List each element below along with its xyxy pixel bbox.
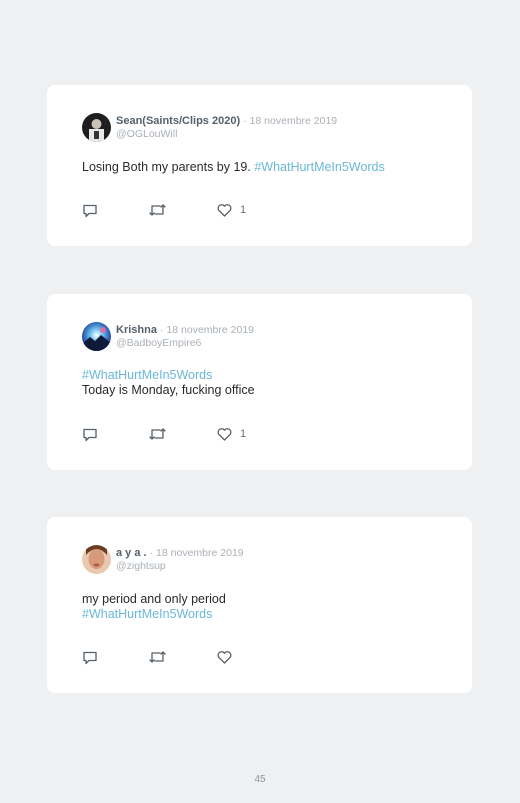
tweet-date: · 18 novembre 2019 bbox=[160, 324, 255, 336]
tweet-text-body: Today is Monday, fucking office bbox=[82, 383, 255, 397]
reply-icon bbox=[83, 204, 97, 217]
hashtag-link[interactable]: #WhatHurtMeIn5Words bbox=[254, 160, 384, 174]
retweet-button[interactable] bbox=[149, 649, 166, 665]
like-button[interactable]: 1 bbox=[217, 202, 246, 218]
tweet-text: Losing Both my parents by 19. #WhatHurtM… bbox=[82, 160, 385, 175]
like-button[interactable] bbox=[217, 649, 232, 665]
tweet-actions: 1 bbox=[82, 202, 282, 218]
tweet-card: Krishna · 18 novembre 2019 @BadboyEmpire… bbox=[47, 294, 472, 470]
heart-icon bbox=[217, 650, 232, 664]
like-count: 1 bbox=[240, 204, 247, 216]
tweet-text-body: my period and only period bbox=[82, 592, 226, 606]
user-handle[interactable]: @zightsup bbox=[116, 560, 166, 572]
user-handle[interactable]: @BadboyEmpire6 bbox=[116, 337, 201, 349]
hashtag-link[interactable]: #WhatHurtMeIn5Words bbox=[82, 607, 226, 622]
reply-button[interactable] bbox=[82, 649, 98, 665]
retweet-icon bbox=[149, 428, 166, 440]
page-number: 45 bbox=[254, 774, 266, 785]
tweet-card: Sean(Saints/Clips 2020) · 18 novembre 20… bbox=[47, 85, 472, 246]
tweet-date: · 18 novembre 2019 bbox=[149, 547, 244, 559]
avatar[interactable] bbox=[82, 322, 111, 351]
tweet-actions bbox=[82, 649, 282, 665]
reply-button[interactable] bbox=[82, 202, 98, 218]
user-name[interactable]: Krishna bbox=[116, 324, 157, 336]
reply-icon bbox=[83, 428, 97, 441]
user-name[interactable]: a y a . bbox=[116, 547, 147, 559]
tweet-date: · 18 novembre 2019 bbox=[243, 115, 338, 127]
retweet-button[interactable] bbox=[149, 426, 166, 442]
like-button[interactable]: 1 bbox=[217, 426, 246, 442]
hashtag-link[interactable]: #WhatHurtMeIn5Words bbox=[82, 368, 255, 383]
tweet-actions: 1 bbox=[82, 426, 282, 442]
tweet-text: #WhatHurtMeIn5Words Today is Monday, fuc… bbox=[82, 368, 255, 398]
heart-icon bbox=[217, 427, 232, 441]
tweet-card: a y a . · 18 novembre 2019 @zightsup my … bbox=[47, 517, 472, 693]
reply-icon bbox=[83, 651, 97, 664]
heart-icon bbox=[217, 203, 232, 217]
retweet-icon bbox=[149, 651, 166, 663]
user-name[interactable]: Sean(Saints/Clips 2020) bbox=[116, 115, 240, 127]
avatar[interactable] bbox=[82, 545, 111, 574]
retweet-icon bbox=[149, 204, 166, 216]
reply-button[interactable] bbox=[82, 426, 98, 442]
user-handle[interactable]: @OGLouWill bbox=[116, 128, 177, 140]
tweet-text: my period and only period #WhatHurtMeIn5… bbox=[82, 592, 226, 622]
avatar[interactable] bbox=[82, 113, 111, 142]
tweet-text-body: Losing Both my parents by 19. bbox=[82, 160, 255, 174]
retweet-button[interactable] bbox=[149, 202, 166, 218]
like-count: 1 bbox=[240, 428, 247, 440]
